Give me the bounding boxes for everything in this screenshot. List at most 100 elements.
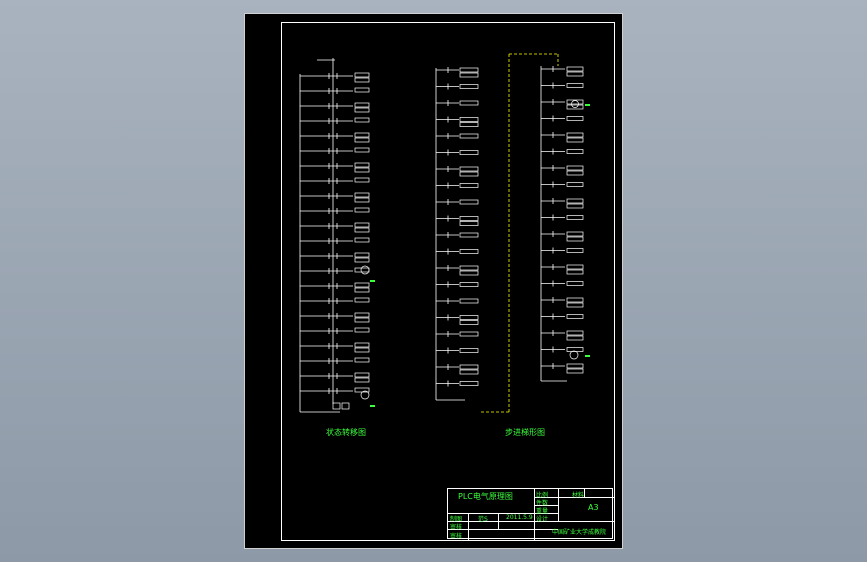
output-coil [459, 183, 479, 188]
end-coil [332, 402, 341, 410]
output-coil [459, 199, 479, 205]
output-coil [566, 132, 584, 138]
approve-label: 审核 [450, 533, 463, 540]
output-coil [459, 122, 479, 127]
output-coil [354, 192, 370, 198]
review-label: 审核 [450, 524, 463, 531]
output-coil [459, 216, 479, 221]
output-coil [459, 270, 479, 276]
output-coil [354, 87, 370, 93]
output-coil [354, 312, 370, 318]
output-coil [459, 315, 479, 320]
output-coil [354, 347, 370, 353]
output-coil [354, 167, 370, 173]
output-coil [566, 215, 584, 220]
end-coil [341, 402, 350, 410]
output-coil [566, 66, 584, 72]
sheet-size: A3 [588, 503, 599, 512]
output-coil [566, 170, 584, 176]
output-coil [566, 264, 584, 270]
output-coil [354, 147, 370, 153]
coil-tag-mark [585, 355, 590, 357]
output-coil [354, 257, 370, 263]
drawing-title: PLC电气原理图 [458, 492, 513, 501]
output-coil [459, 298, 479, 304]
output-coil [459, 84, 479, 89]
output-coil [566, 368, 584, 374]
output-coil [566, 149, 584, 154]
output-coil [354, 107, 370, 113]
output-coil [459, 72, 479, 78]
output-coil [354, 342, 370, 348]
design-label: 设计 [536, 516, 549, 523]
output-coil [354, 297, 370, 303]
output-coil [354, 377, 370, 383]
school-name: 中国矿业大学成教院 [552, 529, 607, 536]
timer-coil [360, 265, 370, 275]
output-coil [459, 221, 479, 226]
output-coil [566, 165, 584, 171]
output-coil [459, 348, 479, 353]
output-coil [459, 265, 479, 271]
output-coil [354, 162, 370, 168]
output-coil [354, 357, 370, 363]
output-coil [459, 282, 479, 287]
output-coil [354, 77, 370, 83]
output-coil [354, 197, 370, 203]
output-coil [459, 133, 479, 139]
output-coil [566, 71, 584, 77]
output-coil [459, 381, 479, 386]
output-coil [459, 67, 479, 73]
output-coil [566, 335, 584, 341]
output-coil [566, 198, 584, 204]
output-coil [566, 231, 584, 237]
output-coil [354, 327, 370, 333]
output-coil [459, 150, 479, 155]
output-coil [566, 314, 584, 319]
coil-tag-mark [370, 405, 375, 407]
output-coil [354, 317, 370, 323]
output-coil [566, 203, 584, 209]
output-coil [566, 297, 584, 303]
timer-coil [569, 350, 579, 360]
output-coil [354, 227, 370, 233]
output-coil [354, 117, 370, 123]
output-coil [354, 72, 370, 78]
output-coil [566, 236, 584, 242]
output-coil [354, 287, 370, 293]
output-coil [354, 282, 370, 288]
output-coil [566, 302, 584, 308]
output-coil [566, 269, 584, 275]
output-coil [459, 320, 479, 325]
output-coil [459, 249, 479, 254]
output-coil [459, 117, 479, 122]
output-coil [354, 267, 370, 273]
output-coil [354, 207, 370, 213]
drawn-by: 范S [478, 516, 488, 523]
output-coil [459, 331, 479, 337]
output-coil [459, 369, 479, 375]
output-coil [354, 102, 370, 108]
output-coil [459, 100, 479, 106]
output-coil [459, 166, 479, 172]
output-coil [566, 248, 584, 253]
coil-tag-mark [585, 104, 590, 106]
output-coil [354, 372, 370, 378]
drawing-date: 2011.5.9 [506, 514, 533, 521]
output-coil [354, 177, 370, 183]
output-coil [354, 252, 370, 258]
output-coil [566, 330, 584, 336]
material-label: 材料 [572, 492, 585, 499]
output-coil [354, 132, 370, 138]
output-coil [566, 182, 584, 187]
output-coil [566, 137, 584, 143]
output-coil [354, 237, 370, 243]
output-coil [566, 116, 584, 121]
state-diagram-caption: 状态转移图 [326, 428, 366, 437]
output-coil [354, 222, 370, 228]
output-coil [459, 171, 479, 177]
coil-tag-mark [370, 280, 375, 282]
output-coil [566, 363, 584, 369]
sfc-diagram-caption: 步进梯形图 [505, 428, 545, 437]
output-coil [459, 364, 479, 370]
